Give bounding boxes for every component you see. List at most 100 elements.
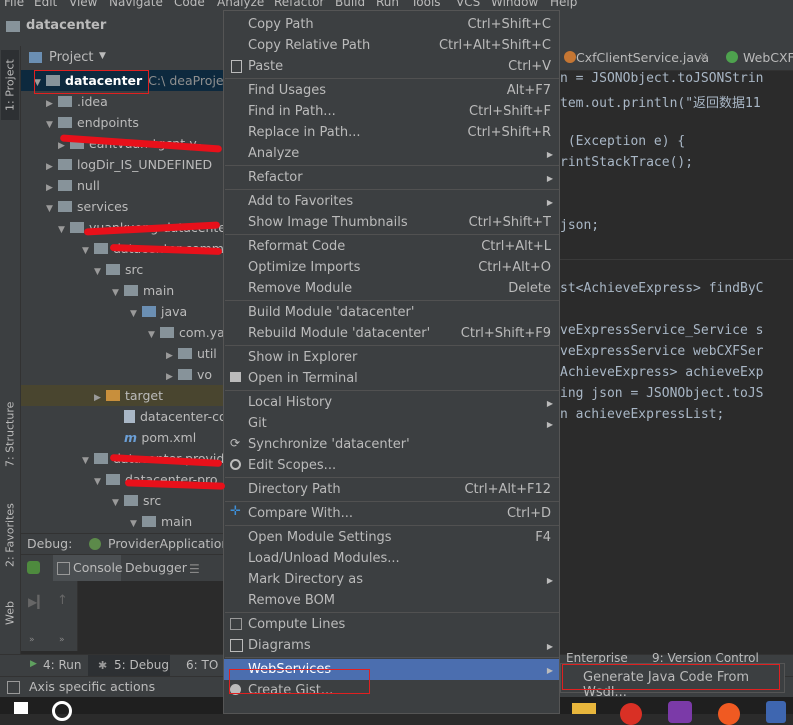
maven-icon: m	[124, 430, 142, 445]
tree-node-label: target	[125, 388, 164, 403]
nav-project-title[interactable]: datacenter	[26, 18, 106, 33]
search-icon[interactable]	[52, 701, 72, 721]
menubar-item[interactable]: File	[4, 0, 24, 9]
menu-item-git[interactable]: Git ▶	[224, 413, 559, 434]
tree-node[interactable]: ▼ main	[21, 511, 223, 532]
tree-node[interactable]: ▶ null	[21, 175, 223, 196]
menu-item-rebuild-module-datacenter[interactable]: Rebuild Module 'datacenter' Ctrl+Shift+F9	[224, 323, 559, 344]
menu-item-reformat-code[interactable]: Reformat Code Ctrl+Alt+L	[224, 236, 559, 257]
menubar-item[interactable]: Refactor	[274, 0, 324, 9]
tree-node[interactable]: ▶ vo	[21, 364, 223, 385]
tab-debugger[interactable]: Debugger	[125, 560, 187, 575]
menu-item-analyze[interactable]: Analyze ▶	[224, 143, 559, 164]
menu-item-local-history[interactable]: Local History ▶	[224, 392, 559, 413]
menu-item-shortcut: Alt+F7	[506, 83, 551, 98]
layout-icon[interactable]	[7, 681, 20, 694]
explorer-icon[interactable]	[572, 703, 596, 714]
menu-item-copy-relative-path[interactable]: Copy Relative Path Ctrl+Alt+Shift+C	[224, 35, 559, 56]
menubar-item[interactable]: Run	[376, 0, 399, 9]
tree-node[interactable]: ▼ main	[21, 280, 223, 301]
tree-node[interactable]: datacenter-com	[21, 406, 223, 427]
windows-start-icon[interactable]	[14, 702, 28, 714]
menu-item-mark-directory-as[interactable]: Mark Directory as ▶	[224, 569, 559, 590]
tab-favorites[interactable]: 2: Favorites	[1, 498, 19, 572]
menu-item-edit-scopes[interactable]: Edit Scopes...	[224, 455, 559, 476]
menubar-item[interactable]: Edit	[34, 0, 57, 9]
intellij-icon[interactable]	[668, 701, 692, 723]
folder-icon	[58, 180, 72, 191]
menubar-item[interactable]: Window	[491, 0, 538, 9]
menu-item-copy-path[interactable]: Copy Path Ctrl+Shift+C	[224, 14, 559, 35]
menu-item-add-to-favorites[interactable]: Add to Favorites ▶	[224, 191, 559, 212]
tab-todo[interactable]: 6: TO	[186, 658, 218, 672]
menu-item-compute-lines[interactable]: Compute Lines	[224, 614, 559, 635]
up-arrow-icon[interactable]: ↑	[57, 593, 68, 608]
resume-icon[interactable]: ▶▎	[28, 595, 46, 609]
editor-area[interactable]: n = JSONObject.toJSONStrin tem.out.printl…	[560, 46, 793, 533]
menu-item-find-usages[interactable]: Find Usages Alt+F7	[224, 80, 559, 101]
menu-item-remove-module[interactable]: Remove Module Delete	[224, 278, 559, 299]
menubar-item[interactable]: Build	[335, 0, 365, 9]
chevron-down-icon[interactable]: ▼	[130, 514, 142, 533]
menu-icon[interactable]: ☰	[189, 562, 200, 576]
menu-item-open-in-terminal[interactable]: Open in Terminal	[224, 368, 559, 389]
folder-icon	[124, 285, 138, 296]
tab-console[interactable]: Console	[73, 560, 123, 575]
tree-node[interactable]: ▶ .idea	[21, 91, 223, 112]
tab-cxfclientservice[interactable]: CxfClientService.java	[576, 50, 709, 65]
menu-item-directory-path[interactable]: Directory Path Ctrl+Alt+F12	[224, 479, 559, 500]
app-icon-orange[interactable]	[718, 703, 740, 725]
tree-node[interactable]: ▼ src	[21, 490, 223, 511]
menubar-item[interactable]: Navigate	[109, 0, 163, 9]
tree-node[interactable]: ▶ util	[21, 343, 223, 364]
menu-item-build-module-datacenter[interactable]: Build Module 'datacenter'	[224, 302, 559, 323]
tree-node[interactable]: m pom.xml	[21, 427, 223, 448]
tab-web[interactable]: Web	[1, 598, 19, 628]
menu-item-optimize-imports[interactable]: Optimize Imports Ctrl+Alt+O	[224, 257, 559, 278]
menu-separator	[225, 612, 559, 613]
tab-structure[interactable]: 7: Structure	[1, 396, 19, 472]
tree-node[interactable]: ▼ endpoints	[21, 112, 223, 133]
tree-node[interactable]: ▼ src	[21, 259, 223, 280]
tree-node[interactable]: ▶ target	[21, 385, 223, 406]
more-icon[interactable]: »	[29, 635, 35, 645]
tab-run[interactable]: 4: Run	[43, 658, 82, 672]
menu-item-replace-in-path[interactable]: Replace in Path... Ctrl+Shift+R	[224, 122, 559, 143]
menu-item-synchronize-datacenter[interactable]: ⟳ Synchronize 'datacenter'	[224, 434, 559, 455]
tab-project[interactable]: 1: Project	[1, 50, 19, 120]
app-icon-blue[interactable]	[766, 701, 786, 723]
menubar-item[interactable]: VCS	[456, 0, 480, 9]
menubar-item[interactable]: Code	[174, 0, 205, 9]
app-icon-red[interactable]	[620, 703, 642, 725]
tree-node[interactable]: ▼ services	[21, 196, 223, 217]
more-icon-2[interactable]: »	[59, 635, 65, 645]
menu-item-refactor[interactable]: Refactor ▶	[224, 167, 559, 188]
folder-icon	[58, 201, 72, 212]
chevron-down-icon[interactable]: ▼	[99, 51, 106, 61]
menu-item-diagrams[interactable]: Diagrams ▶	[224, 635, 559, 656]
menubar-item[interactable]: Analyze	[217, 0, 264, 9]
tree-node[interactable]: ▼ com.ya	[21, 322, 223, 343]
tab-debug[interactable]: 5: Debug	[114, 658, 169, 672]
menu-item-paste[interactable]: Paste Ctrl+V	[224, 56, 559, 77]
debug-config-name[interactable]: ProviderApplication	[108, 536, 229, 551]
tree-node[interactable]: ▶ logDir_IS_UNDEFINED	[21, 154, 223, 175]
menu-item-show-image-thumbnails[interactable]: Show Image Thumbnails Ctrl+Shift+T	[224, 212, 559, 233]
close-icon[interactable]: ✕	[699, 50, 708, 63]
menu-item-compare-with[interactable]: ✛ Compare With... Ctrl+D	[224, 503, 559, 524]
menu-item-show-in-explorer[interactable]: Show in Explorer	[224, 347, 559, 368]
folder-icon	[142, 516, 156, 527]
bug-icon[interactable]	[27, 561, 40, 574]
tree-node[interactable]: ▼ java	[21, 301, 223, 322]
project-view-label[interactable]: Project	[49, 50, 93, 65]
menubar-item[interactable]: Tools	[411, 0, 441, 9]
sync-icon: ⟳	[230, 436, 241, 450]
menubar-item[interactable]: View	[69, 0, 97, 9]
menu-item-load-unload-modules[interactable]: Load/Unload Modules...	[224, 548, 559, 569]
chevron-right-icon: ▶	[546, 642, 553, 651]
tab-webcxf[interactable]: WebCXF	[743, 50, 793, 65]
menu-item-remove-bom[interactable]: Remove BOM	[224, 590, 559, 611]
menu-item-open-module-settings[interactable]: Open Module Settings F4	[224, 527, 559, 548]
menu-item-find-in-path[interactable]: Find in Path... Ctrl+Shift+F	[224, 101, 559, 122]
menubar-item[interactable]: Help	[550, 0, 577, 9]
